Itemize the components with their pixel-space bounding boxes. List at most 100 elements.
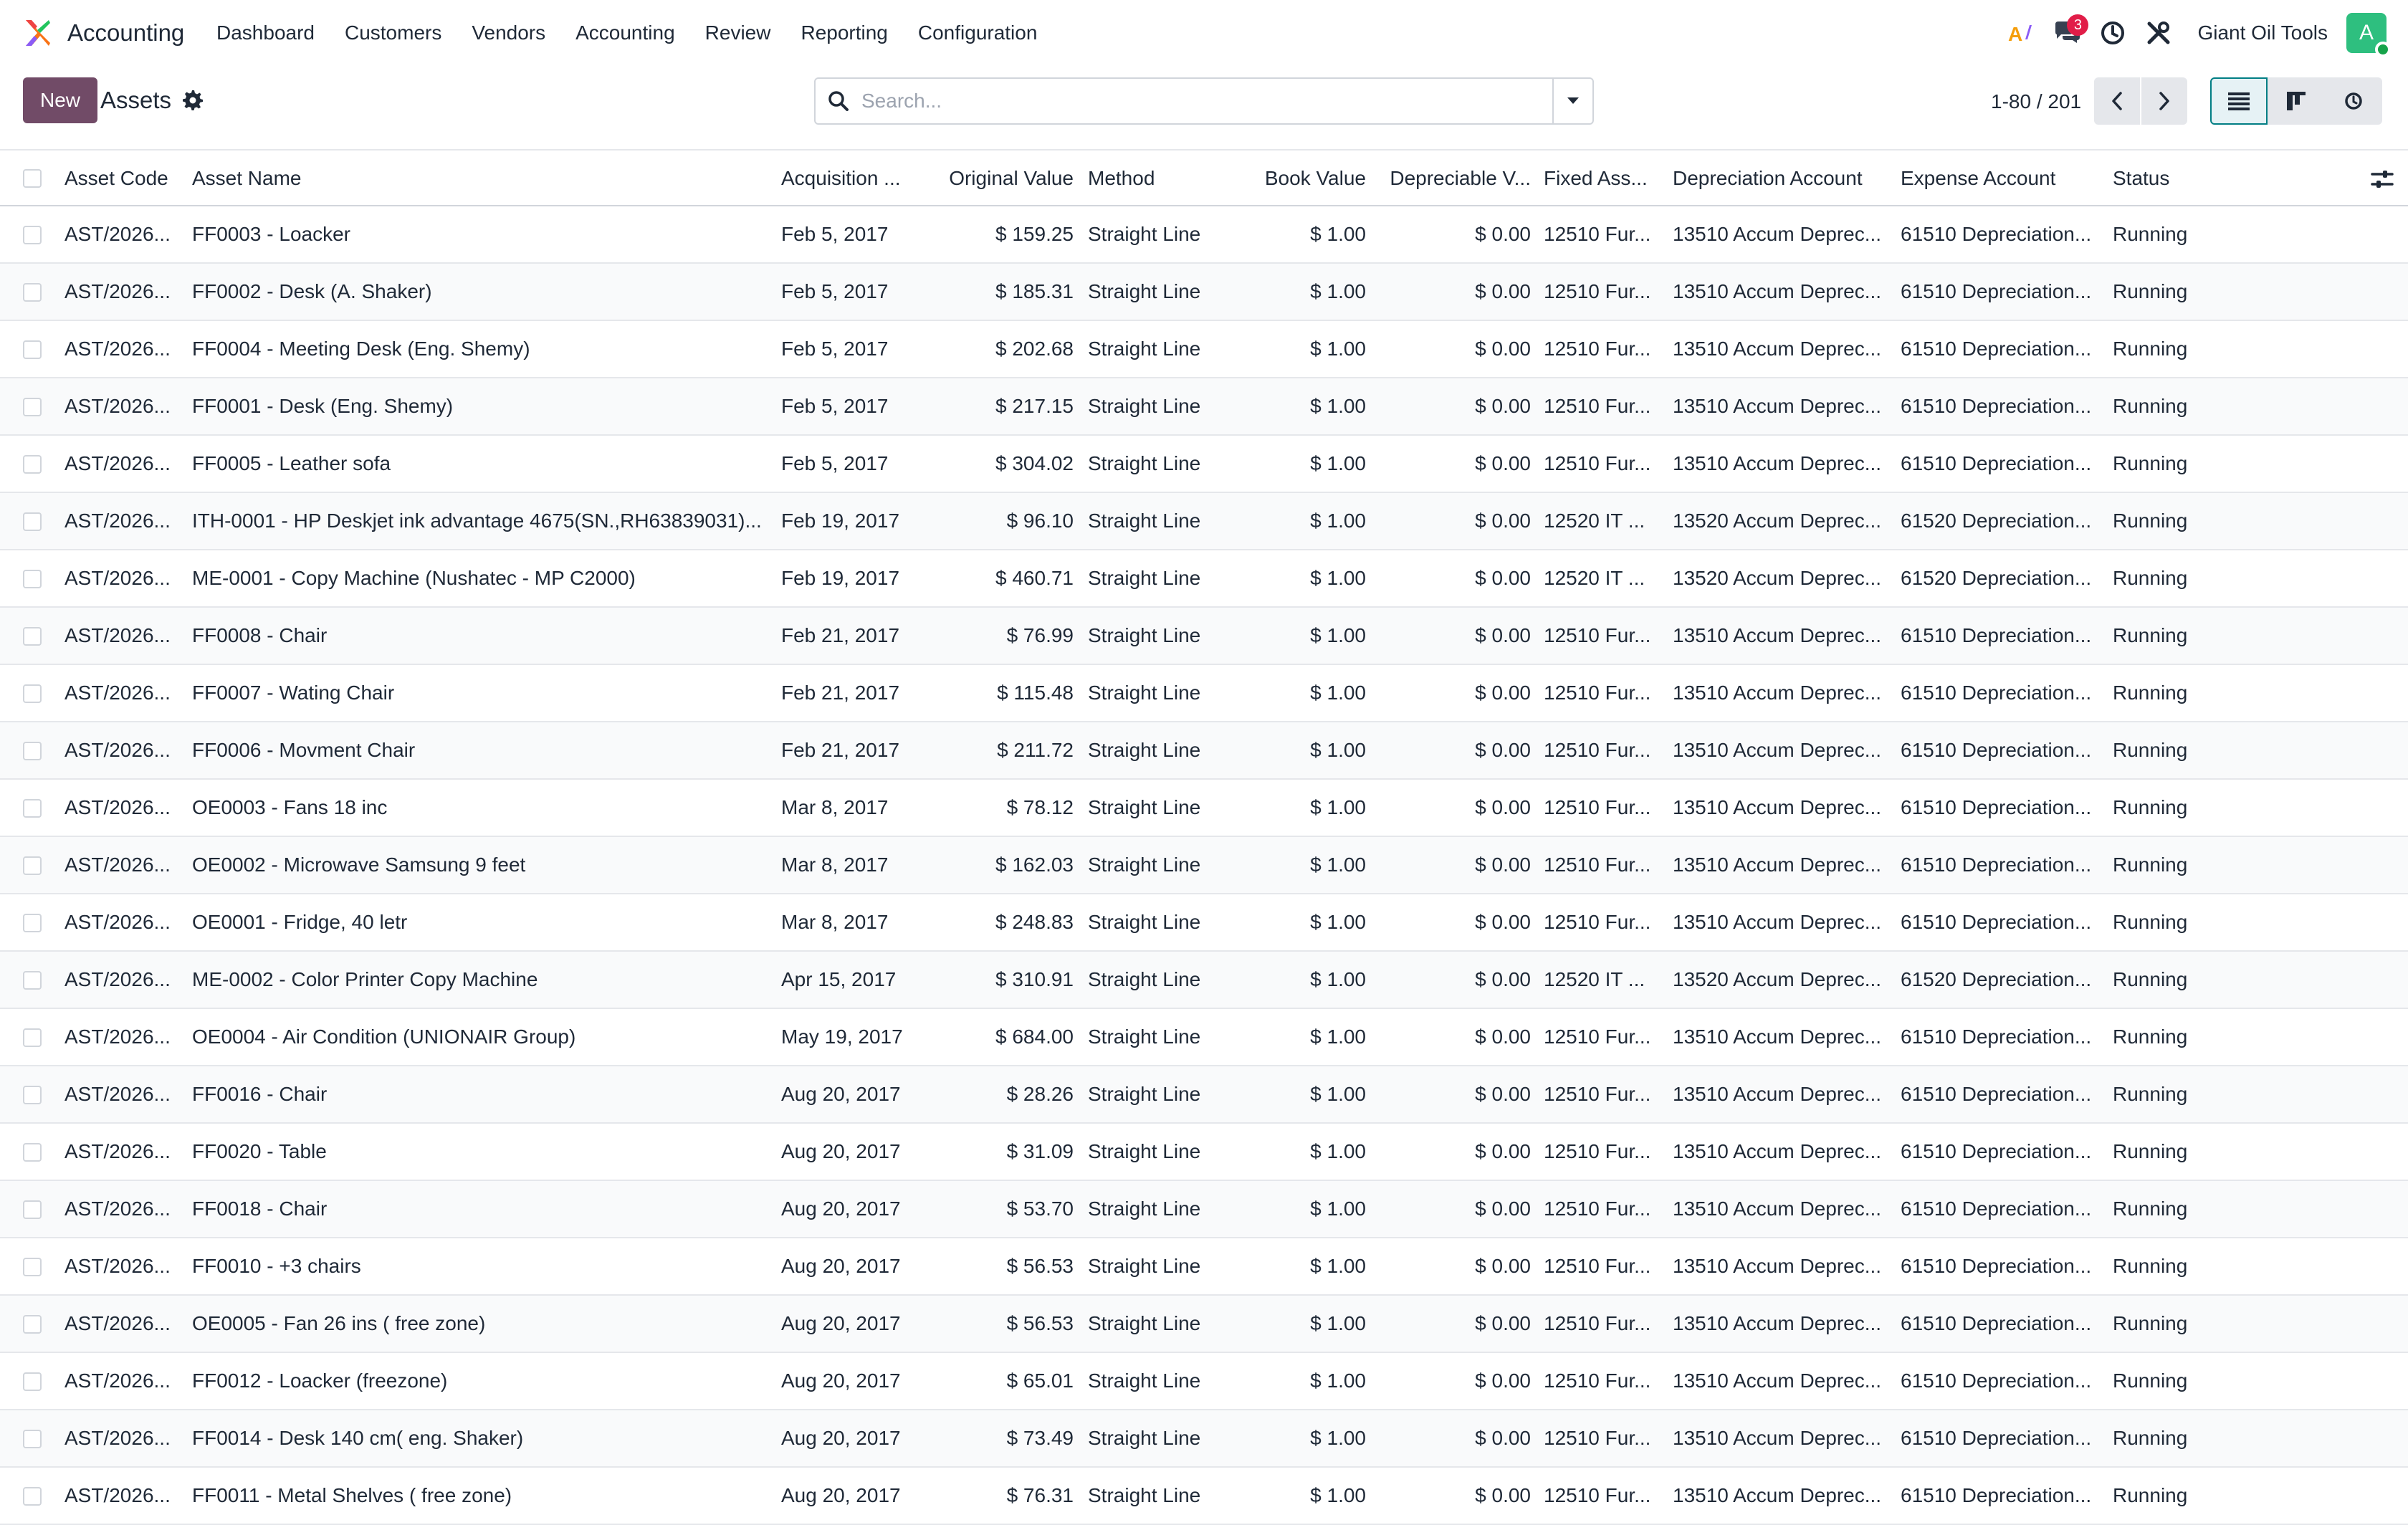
- ai-icon[interactable]: A: [2001, 13, 2041, 53]
- cell-status: Running: [2113, 338, 2188, 360]
- table-row[interactable]: AST/2026... FF0001 - Desk (Eng. Shemy) Feb…: [0, 378, 2408, 436]
- row-checkbox[interactable]: [23, 1143, 42, 1162]
- menu-customers[interactable]: Customers: [330, 17, 457, 49]
- activity-view-button[interactable]: [2325, 77, 2382, 125]
- row-checkbox[interactable]: [23, 1430, 42, 1448]
- row-checkbox[interactable]: [23, 340, 42, 359]
- search-input[interactable]: [861, 90, 1552, 113]
- column-header-depreciable-value[interactable]: Depreciable V...: [1379, 150, 1531, 206]
- cell-depreciable-value: $ 0.00: [1475, 1369, 1531, 1392]
- table-row[interactable]: AST/2026... ME-0001 - Copy Machine (Nusha…: [0, 550, 2408, 608]
- cell-expense-account: 61510 Depreciation...: [1901, 1197, 2092, 1220]
- column-header-original-value[interactable]: Original Value: [924, 150, 1074, 206]
- table-row[interactable]: AST/2026... OE0001 - Fridge, 40 letr Mar 8…: [0, 894, 2408, 952]
- table-row[interactable]: AST/2026... FF0016 - Chair Aug 20, 2017 $ 2…: [0, 1066, 2408, 1124]
- column-header-expense-account[interactable]: Expense Account: [1901, 150, 2098, 206]
- row-checkbox[interactable]: [23, 1028, 42, 1047]
- cell-asset-name: FF0006 - Movment Chair: [192, 739, 416, 761]
- row-checkbox[interactable]: [23, 1086, 42, 1104]
- table-row[interactable]: AST/2026... ITH-0001 - HP Deskjet ink adv…: [0, 493, 2408, 550]
- cell-depreciation-account: 13510 Accum Deprec...: [1673, 338, 1882, 360]
- cell-asset-name: FF0005 - Leather sofa: [192, 452, 391, 474]
- cell-acquisition-date: Aug 20, 2017: [781, 1197, 901, 1220]
- column-options-sliders-icon[interactable]: [2369, 166, 2395, 192]
- column-header-asset-name[interactable]: Asset Name: [192, 150, 765, 206]
- row-checkbox[interactable]: [23, 512, 42, 531]
- kanban-view-button[interactable]: [2268, 77, 2325, 125]
- row-checkbox[interactable]: [23, 914, 42, 932]
- row-checkbox[interactable]: [23, 570, 42, 588]
- row-checkbox[interactable]: [23, 283, 42, 302]
- page-title[interactable]: Assets: [100, 83, 171, 118]
- cell-expense-account: 61510 Depreciation...: [1901, 1083, 2092, 1105]
- user-avatar[interactable]: A: [2346, 13, 2391, 57]
- table-row[interactable]: AST/2026... OE0004 - Air Condition (UNION…: [0, 1009, 2408, 1066]
- column-header-fixed-asset-account[interactable]: Fixed Ass...: [1544, 150, 1658, 206]
- row-checkbox[interactable]: [23, 1258, 42, 1276]
- column-header-status[interactable]: Status: [2113, 150, 2270, 206]
- table-row[interactable]: AST/2026... FF0008 - Chair Feb 21, 2017 $ 7…: [0, 608, 2408, 665]
- table-row[interactable]: AST/2026... ME-0002 - Color Printer Copy …: [0, 952, 2408, 1009]
- column-header-depreciation-account[interactable]: Depreciation Account: [1673, 150, 1886, 206]
- gear-icon[interactable]: [181, 89, 204, 112]
- debug-tools-icon[interactable]: [2139, 13, 2179, 53]
- accounting-app-icon[interactable]: [22, 17, 53, 49]
- cell-book-value: $ 1.00: [1310, 223, 1366, 245]
- cell-method: Straight Line: [1088, 682, 1201, 704]
- table-row[interactable]: AST/2026... OE0005 - Fan 26 ins ( free zo…: [0, 1296, 2408, 1353]
- column-header-book-value[interactable]: Book Value: [1247, 150, 1366, 206]
- table-row[interactable]: AST/2026... FF0002 - Desk (A. Shaker) Feb …: [0, 264, 2408, 321]
- table-row[interactable]: AST/2026... FF0010 - +3 chairs Aug 20, 201…: [0, 1238, 2408, 1296]
- table-row[interactable]: AST/2026... OE0002 - Microwave Samsung 9 …: [0, 837, 2408, 894]
- table-row[interactable]: AST/2026... FF0005 - Leather sofa Feb 5, 2…: [0, 436, 2408, 493]
- row-checkbox[interactable]: [23, 799, 42, 818]
- app-name[interactable]: Accounting: [67, 17, 184, 49]
- clock-icon: [2345, 92, 2362, 110]
- column-header-asset-code[interactable]: Asset Code: [64, 150, 179, 206]
- row-checkbox[interactable]: [23, 1200, 42, 1219]
- row-checkbox[interactable]: [23, 226, 42, 244]
- cell-original-value: $ 202.68: [995, 338, 1074, 360]
- pager-previous-button[interactable]: [2094, 77, 2140, 125]
- menu-accounting[interactable]: Accounting: [560, 17, 690, 49]
- search-options-toggle[interactable]: [1552, 79, 1592, 123]
- select-all-checkbox[interactable]: [23, 169, 42, 188]
- menu-vendors[interactable]: Vendors: [457, 17, 560, 49]
- cell-fixed-asset-account: 12510 Fur...: [1544, 682, 1651, 704]
- row-checkbox[interactable]: [23, 742, 42, 760]
- row-checkbox[interactable]: [23, 684, 42, 703]
- cell-asset-code: AST/2026...: [64, 338, 171, 360]
- table-row[interactable]: AST/2026... FF0004 - Meeting Desk (Eng. S…: [0, 321, 2408, 378]
- menu-dashboard[interactable]: Dashboard: [216, 17, 330, 49]
- menu-review[interactable]: Review: [690, 17, 786, 49]
- table-row[interactable]: AST/2026... FF0007 - Wating Chair Feb 21, …: [0, 665, 2408, 722]
- row-checkbox[interactable]: [23, 627, 42, 646]
- row-checkbox[interactable]: [23, 1372, 42, 1391]
- pager-value[interactable]: 1-80 / 201: [1991, 89, 2081, 115]
- cell-expense-account: 61510 Depreciation...: [1901, 624, 2092, 646]
- column-header-method[interactable]: Method: [1088, 150, 1246, 206]
- menu-configuration[interactable]: Configuration: [903, 17, 1053, 49]
- row-checkbox[interactable]: [23, 1315, 42, 1334]
- row-checkbox[interactable]: [23, 856, 42, 875]
- company-switcher[interactable]: Giant Oil Tools: [2197, 21, 2328, 44]
- row-checkbox[interactable]: [23, 971, 42, 990]
- table-row[interactable]: AST/2026... FF0012 - Loacker (freezone) Au…: [0, 1353, 2408, 1410]
- table-row[interactable]: AST/2026... FF0018 - Chair Aug 20, 2017 $ 5…: [0, 1181, 2408, 1238]
- table-row[interactable]: AST/2026... FF0006 - Movment Chair Feb 21,…: [0, 722, 2408, 780]
- list-view-button[interactable]: [2210, 77, 2268, 125]
- row-checkbox[interactable]: [23, 1487, 42, 1506]
- table-row[interactable]: AST/2026... FF0003 - Loacker Feb 5, 2017 $ …: [0, 206, 2408, 264]
- new-button[interactable]: New: [23, 77, 98, 123]
- pager-next-button[interactable]: [2141, 77, 2187, 125]
- messages-icon[interactable]: 3: [2047, 13, 2089, 53]
- table-row[interactable]: AST/2026... OE0003 - Fans 18 inc Mar 8, 20…: [0, 780, 2408, 837]
- table-row[interactable]: AST/2026... FF0014 - Desk 140 cm( eng. Sh…: [0, 1410, 2408, 1468]
- activity-clock-icon[interactable]: [2093, 13, 2133, 53]
- table-row[interactable]: AST/2026... FF0011 - Metal Shelves ( free…: [0, 1468, 2408, 1525]
- menu-reporting[interactable]: Reporting: [785, 17, 902, 49]
- table-row[interactable]: AST/2026... FF0020 - Table Aug 20, 2017 $ 3…: [0, 1124, 2408, 1181]
- column-header-acquisition-date[interactable]: Acquisition ...: [781, 150, 917, 206]
- row-checkbox[interactable]: [23, 455, 42, 474]
- row-checkbox[interactable]: [23, 398, 42, 416]
